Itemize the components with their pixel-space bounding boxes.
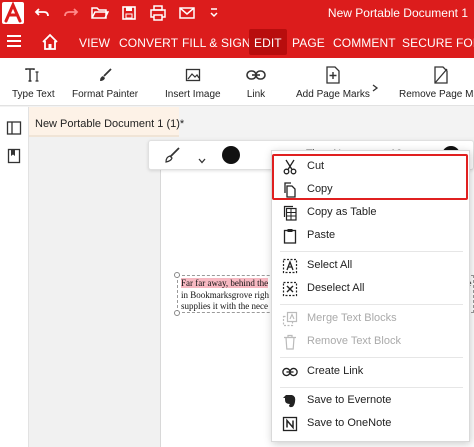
resize-handle[interactable] [174,272,180,278]
tab-view[interactable]: VIEW [79,36,110,50]
add-page-marks-icon [323,65,343,85]
type-text-label: Type Text [12,89,55,100]
deselect-all-icon [282,281,298,297]
remove-page-marks-label: Remove Page Mar [399,89,474,100]
open-folder-icon[interactable] [91,4,109,22]
tab-convert[interactable]: CONVERT [119,36,178,50]
email-icon[interactable] [178,4,196,22]
evernote-icon [282,393,298,409]
tab-edit[interactable]: EDIT [249,29,287,55]
tab-form[interactable]: FOR [456,36,474,50]
insert-image-button[interactable]: Insert Image [165,58,221,106]
menu-separator [280,251,463,252]
left-side-panel [0,107,29,447]
menu-item-save-to-evernote[interactable]: Save to Evernote [272,390,469,412]
edit-toolbar: Type Text Format Painter Insert Image Li… [0,58,474,106]
menu-item-deselect-all[interactable]: Deselect All [272,278,469,300]
menu-item-paste[interactable]: Paste [272,225,469,247]
link-button[interactable]: Link [246,58,266,106]
add-page-marks-label: Add Page Marks [296,89,370,100]
resize-handle[interactable] [174,310,180,316]
document-tab[interactable]: New Portable Document 1 (1)* [29,107,184,137]
link-icon [282,364,298,380]
dropdown-icon[interactable] [205,4,223,22]
text-color-swatch[interactable] [222,146,240,164]
redo-icon[interactable] [62,4,80,22]
bookmark-icon[interactable] [6,148,22,164]
menu-separator [280,387,463,388]
highlighted-text: Far far away, behind the [181,278,269,288]
sidebar-toggle-icon[interactable] [6,120,22,136]
tab-page[interactable]: PAGE [292,36,325,50]
image-icon [183,65,203,85]
tab-comment[interactable]: COMMENT [333,36,396,50]
menu-item-copy-as-table[interactable]: Copy as Table [272,202,469,224]
menu-item-save-to-onenote[interactable]: Save to OneNote [272,413,469,435]
app-logo [2,1,24,24]
insert-image-label: Insert Image [165,89,221,100]
text-line[interactable]: supplies it with the nece [181,301,268,311]
format-painter-label: Format Painter [72,89,139,100]
link-label: Link [246,89,266,100]
tab-secure[interactable]: SECURE [402,36,453,50]
trash-icon [282,334,298,350]
menu-separator [280,304,463,305]
hamburger-menu-icon[interactable] [6,34,22,48]
menu-item-remove-text-block[interactable]: Remove Text Block [272,331,469,353]
text-line[interactable]: Far far away, behind the [181,278,269,288]
home-icon[interactable] [40,32,60,52]
add-page-marks-button[interactable]: Add Page Marks [296,58,370,106]
text-line[interactable]: in Bookmarksgrove righ [181,290,269,300]
type-text-icon [23,65,43,85]
title-bar: New Portable Document 1 [0,0,474,26]
format-painter-button[interactable]: Format Painter [72,58,138,106]
print-icon[interactable] [149,4,167,22]
highlight-box [272,154,468,200]
select-all-icon [282,258,298,274]
clipboard-icon [282,228,298,244]
menu-item-create-link[interactable]: Create Link [272,361,469,383]
remove-page-marks-icon [431,65,451,85]
save-icon[interactable] [120,4,138,22]
type-text-button[interactable]: Type Text [12,58,55,106]
link-icon [246,65,266,85]
chevron-right-icon[interactable] [371,79,379,92]
window-title: New Portable Document 1 [327,6,468,20]
chevron-down-icon[interactable] [198,151,206,164]
tab-fill-sign[interactable]: FILL & SIGN [182,36,251,50]
remove-page-marks-button[interactable]: Remove Page Mar [399,58,474,106]
pen-icon[interactable] [164,146,182,164]
menu-item-select-all[interactable]: Select All [272,255,469,277]
undo-icon[interactable] [33,4,51,22]
menu-item-merge-text-blocks[interactable]: Merge Text Blocks [272,308,469,330]
copy-table-icon [282,205,298,221]
onenote-icon [282,416,298,432]
brush-icon [95,65,115,85]
merge-text-icon [282,311,298,327]
ribbon-tab-bar: VIEW CONVERT FILL & SIGN EDIT PAGE COMME… [0,26,474,58]
menu-separator [280,357,463,358]
